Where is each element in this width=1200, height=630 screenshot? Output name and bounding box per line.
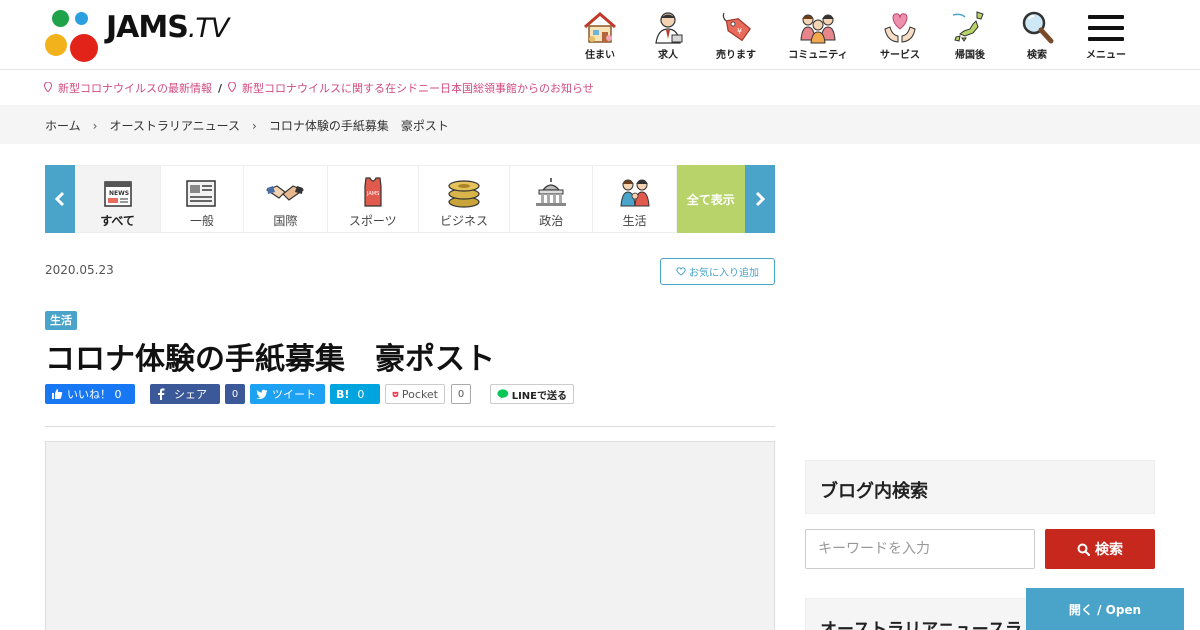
category-carousel: NEWS すべて 一般 国際 JAMS スポーツ ビジネス 政治 生活 全て表示 — [45, 165, 775, 233]
facebook-icon — [158, 388, 165, 400]
tweet-button[interactable]: ツイート — [250, 384, 325, 404]
nav-return-home[interactable]: 帰国後 — [934, 8, 1006, 64]
blog-search-widget: ブログ内検索 — [805, 460, 1155, 514]
notice-separator: / — [218, 81, 223, 95]
nav-search[interactable]: 検索 — [1006, 8, 1068, 64]
logo-dot-yellow — [45, 34, 67, 56]
article-title: コロナ体験の手紙募集 豪ポスト — [45, 342, 495, 377]
capitol-icon — [536, 178, 567, 206]
notice-link-covid-latest[interactable]: 新型コロナウイルスの最新情報 — [58, 80, 212, 96]
logo-wordmark: JAMS.TV — [106, 10, 229, 45]
logo-dot-red — [70, 34, 98, 62]
jams-tv-logo[interactable]: JAMS.TV — [44, 8, 234, 64]
pocket-count: 0 — [451, 384, 471, 404]
job-person-icon — [648, 8, 688, 46]
pocket-button[interactable]: Pocket — [385, 384, 445, 404]
carousel-prev-button[interactable] — [45, 165, 76, 233]
coins-icon — [448, 180, 480, 208]
handshake-icon — [266, 185, 305, 201]
pin-icon — [43, 80, 53, 95]
nav-housing[interactable]: 住まい — [566, 8, 634, 64]
category-life[interactable]: 生活 — [593, 165, 677, 233]
svg-text:¥: ¥ — [737, 27, 742, 36]
main-nav: 住まい 求人 ¥ 売ります コミュニティ サービス 帰国後 検索 メニュー — [566, 8, 1144, 64]
breadcrumb-current: コロナ体験の手紙募集 豪ポスト — [268, 119, 449, 133]
blog-search-title: ブログ内検索 — [820, 481, 928, 502]
thumbs-up-icon — [52, 389, 63, 399]
pin-icon — [228, 80, 237, 95]
chevron-right-icon: › — [92, 118, 98, 133]
twitter-bird-icon — [256, 389, 268, 399]
logo-dot-blue — [75, 12, 88, 25]
line-send-button[interactable]: LINEで送る — [490, 384, 574, 404]
breadcrumb-au-news[interactable]: オーストラリアニュース — [109, 117, 240, 134]
notice-link-consulate[interactable]: 新型コロナウイルスに関する在シドニー日本国総領事館からのお知らせ — [242, 80, 594, 96]
hatena-bookmark-button[interactable]: B! 0 — [330, 384, 380, 404]
category-sports[interactable]: JAMS スポーツ — [327, 165, 419, 233]
breadcrumb-bar: ホーム › オーストラリアニュース › コロナ体験の手紙募集 豪ポスト — [0, 105, 1200, 144]
add-favorite-button[interactable]: お気に入り追加 — [660, 258, 775, 285]
logo-dot-green — [52, 10, 69, 27]
nav-services[interactable]: サービス — [866, 8, 934, 64]
breadcrumb-home[interactable]: ホーム — [45, 117, 81, 134]
nav-menu[interactable]: メニュー — [1068, 8, 1144, 64]
carousel-next-button[interactable] — [744, 165, 775, 233]
community-people-icon — [798, 8, 838, 46]
search-button[interactable]: 検索 — [1045, 529, 1155, 569]
category-all[interactable]: NEWS すべて — [75, 165, 161, 233]
facebook-share-count: 0 — [225, 384, 245, 404]
breadcrumb: ホーム › オーストラリアニュース › コロナ体験の手紙募集 豪ポスト — [45, 117, 449, 134]
article-date: 2020.05.23 — [45, 263, 114, 277]
facebook-like-button[interactable]: いいね！ 0 — [45, 384, 135, 404]
heart-hands-icon — [880, 8, 920, 46]
open-panel-tab[interactable]: 開く / Open — [1026, 588, 1184, 630]
svg-text:JAMS: JAMS — [366, 191, 379, 197]
house-icon — [580, 8, 620, 46]
category-general[interactable]: 一般 — [160, 165, 245, 233]
japan-map-icon — [950, 8, 990, 46]
article-image-placeholder — [45, 441, 775, 630]
keyword-search-input[interactable] — [805, 529, 1035, 569]
line-icon — [497, 389, 509, 399]
family-icon — [620, 179, 650, 207]
nav-jobs[interactable]: 求人 — [634, 8, 702, 64]
site-header: JAMS.TV 住まい 求人 ¥ 売ります コミュニティ サービス 帰国後 検索… — [0, 0, 1200, 70]
search-icon — [1077, 543, 1090, 556]
svg-text:NEWS: NEWS — [109, 190, 129, 197]
newspaper-icon — [186, 180, 216, 207]
article-category-tag[interactable]: 生活 — [45, 311, 77, 330]
magnifier-icon — [1017, 8, 1057, 46]
pocket-icon — [392, 391, 399, 397]
category-politics[interactable]: 政治 — [510, 165, 594, 233]
category-international[interactable]: 国際 — [244, 165, 328, 233]
facebook-share-button[interactable]: シェア — [150, 384, 220, 404]
chevron-left-icon — [55, 191, 65, 207]
hamburger-menu-icon — [1086, 8, 1126, 46]
heart-outline-icon — [676, 267, 686, 276]
price-tag-icon: ¥ — [716, 8, 756, 46]
chevron-right-icon: › — [252, 118, 257, 133]
show-all-categories-button[interactable]: 全て表示 — [676, 165, 745, 233]
notice-bar: 新型コロナウイルスの最新情報 / 新型コロナウイルスに関する在シドニー日本国総領… — [43, 80, 594, 96]
category-business[interactable]: ビジネス — [418, 165, 511, 233]
jersey-icon: JAMS — [364, 177, 382, 207]
nav-sell[interactable]: ¥ 売ります — [702, 8, 770, 64]
nav-community[interactable]: コミュニティ — [770, 8, 866, 64]
news-icon: NEWS — [103, 181, 132, 207]
article-divider — [45, 426, 775, 427]
chevron-right-icon — [755, 191, 765, 207]
